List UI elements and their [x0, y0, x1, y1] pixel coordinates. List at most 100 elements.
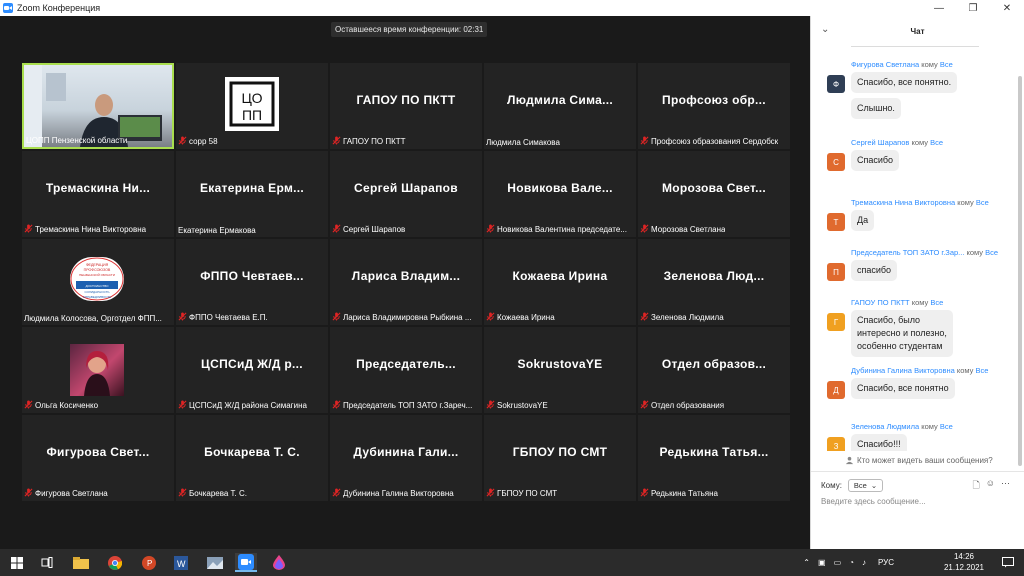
- chat-sender[interactable]: Тремаскина Нина Викторовна: [851, 198, 955, 207]
- participant-tile[interactable]: Ольга Косиченко: [22, 327, 174, 413]
- participant-tile[interactable]: Екатерина Ерм... Екатерина Ермакова: [176, 151, 328, 237]
- participant-name-label: Бочкарева Т. С.: [178, 488, 247, 499]
- chat-message-bubble: Спасибо, все понятно: [851, 378, 955, 399]
- chat-recipient[interactable]: Все: [940, 60, 953, 69]
- chat-message-list[interactable]: Фигурова Светлана кому Все Ф Спасибо, все …: [811, 46, 1017, 451]
- chevron-up-icon[interactable]: ⌃: [803, 558, 810, 567]
- participant-tile[interactable]: ФЕДЕРАЦИЯ ПРОФСОЮЗОВ ПЕНЗЕНСКОЙ ОБЛАСТИ ДОС…: [22, 239, 174, 325]
- chat-recipient[interactable]: Все: [930, 298, 943, 307]
- more-icon[interactable]: ⋯: [1001, 478, 1010, 494]
- chat-message-text-line: интересно и полезно,: [857, 328, 947, 338]
- participant-tile[interactable]: Редькина Татья... Редькина Татьяна: [638, 415, 790, 501]
- participant-tile[interactable]: ГБПОУ ПО СМТ ГБПОУ ПО СМТ: [484, 415, 636, 501]
- chat-avatar: Д: [827, 381, 845, 399]
- chat-sender[interactable]: Зеленова Людмила: [851, 422, 919, 431]
- zoom-taskbar-icon[interactable]: [235, 553, 257, 572]
- participant-tile[interactable]: Тремаскина Ни... Тремаскина Нина Викторов…: [22, 151, 174, 237]
- participant-display-name: Кожаева Ирина: [512, 269, 608, 283]
- participant-tile[interactable]: Бочкарева Т. С. Бочкарева Т. С.: [176, 415, 328, 501]
- who-can-see-messages-link[interactable]: Кто может видеть ваши сообщения?: [845, 456, 993, 465]
- participant-tile[interactable]: Зеленова Люд... Зеленова Людмила: [638, 239, 790, 325]
- person-icon: [845, 456, 854, 465]
- participant-name-label: Кожаева Ирина: [486, 312, 555, 323]
- participant-name: Людмила Колосова, Орготдел ФПП...: [24, 314, 162, 323]
- language-indicator[interactable]: РУС: [878, 558, 894, 567]
- participant-tile[interactable]: ФППО Чевтаев... ФППО Чевтаева Е.П.: [176, 239, 328, 325]
- participant-badge-logo: ФЕДЕРАЦИЯ ПРОФСОЮЗОВ ПЕНЗЕНСКОЙ ОБЛАСТИ ДОС…: [70, 257, 124, 301]
- participant-tile[interactable]: ЦОПП Пензенской области: [22, 63, 174, 149]
- tablet-icon[interactable]: ▣: [818, 558, 826, 567]
- file-explorer-icon[interactable]: [70, 553, 92, 572]
- participant-tile[interactable]: Профсоюз обр... Профсоюз образования Серд…: [638, 63, 790, 149]
- participant-display-name: Председатель...: [356, 357, 456, 371]
- participant-tile[interactable]: Отдел образов... Отдел образования: [638, 327, 790, 413]
- participant-tile[interactable]: ЦСПСиД Ж/Д р... ЦСПСиД Ж/Д района Симагин…: [176, 327, 328, 413]
- powerpoint-icon[interactable]: P: [138, 553, 160, 572]
- participant-name-label: ГБПОУ ПО СМТ: [486, 488, 557, 499]
- chat-recipient[interactable]: Все: [985, 248, 998, 257]
- mic-muted-icon: [640, 312, 651, 323]
- system-tray-icons[interactable]: ⌃ ▣ ▭ ◔ ♪ РУС: [803, 549, 894, 576]
- maximize-button[interactable]: ❐: [956, 0, 990, 16]
- close-button[interactable]: ✕: [990, 0, 1024, 16]
- zoom-app-icon: [3, 3, 13, 13]
- participant-display-name: Дубинина Гали...: [353, 445, 459, 459]
- windows-start-icon[interactable]: [6, 553, 28, 572]
- volume-icon[interactable]: ♪: [862, 558, 866, 567]
- participant-name: Зеленова Людмила: [651, 313, 724, 322]
- chat-sender[interactable]: Дубинина Галина Викторовна: [851, 366, 955, 375]
- participant-tile[interactable]: SokrustovaYE SokrustovaYE: [484, 327, 636, 413]
- chat-recipient[interactable]: Все: [930, 138, 943, 147]
- participant-tile[interactable]: Дубинина Гали... Дубинина Галина Викторов…: [330, 415, 482, 501]
- chat-message-input[interactable]: Введите здесь сообщение...: [821, 497, 1015, 506]
- chat-message-header: ГАПОУ ПО ПКТТ кому Все: [851, 298, 943, 307]
- mic-muted-icon: [332, 312, 343, 323]
- chat-recipient[interactable]: Все: [976, 366, 989, 375]
- participant-tile[interactable]: Председатель... Председатель ТОП ЗАТО г.З…: [330, 327, 482, 413]
- participant-tile[interactable]: Кожаева Ирина Кожаева Ирина: [484, 239, 636, 325]
- chat-message-bubble: Спасибо, было интересно и полезно, особенн…: [851, 310, 953, 357]
- svg-text:P: P: [147, 559, 152, 568]
- chat-sender[interactable]: Фигурова Светлана: [851, 60, 919, 69]
- drop-app-icon[interactable]: [268, 553, 290, 572]
- task-view-icon[interactable]: [36, 553, 58, 572]
- participant-tile[interactable]: Лариса Владим... Лариса Владимировна Рыбк…: [330, 239, 482, 325]
- participant-name: Редькина Татьяна: [651, 489, 718, 498]
- svg-text:ПЕНЗЕНСКОЙ ОБЛАСТИ: ПЕНЗЕНСКОЙ ОБЛАСТИ: [79, 273, 115, 277]
- taskbar-clock[interactable]: 14:26 21.12.2021: [944, 551, 984, 573]
- participant-tile[interactable]: Сергей Шарапов Сергей Шарапов: [330, 151, 482, 237]
- chat-scrollbar[interactable]: [1018, 76, 1022, 466]
- file-icon[interactable]: 🗋: [973, 478, 980, 494]
- chat-sender[interactable]: Председатель ТОП ЗАТО г.Зар...: [851, 248, 964, 257]
- chat-message-bubble: Спасибо: [851, 150, 900, 171]
- participant-name-label: Профсоюз образования Сердобск: [640, 136, 778, 147]
- minimize-button[interactable]: —: [922, 0, 956, 16]
- participant-tile[interactable]: Новикова Вале... Новикова Валентина предс…: [484, 151, 636, 237]
- notifications-icon[interactable]: [1002, 549, 1014, 576]
- participant-tile[interactable]: Людмила Сима... Людмила Симакова: [484, 63, 636, 149]
- participant-name: Тремаскина Нина Викторовна: [35, 225, 147, 234]
- photo-viewer-icon[interactable]: [204, 553, 226, 572]
- chrome-icon[interactable]: [104, 553, 126, 572]
- svg-text:ПРОФСОЮЗОВ: ПРОФСОЮЗОВ: [84, 268, 111, 272]
- participant-name-label: Лариса Владимировна Рыбкина ...: [332, 312, 471, 323]
- chat-recipient[interactable]: Все: [976, 198, 989, 207]
- network-icon[interactable]: ◔: [849, 558, 854, 567]
- recipient-row: Кому: Все ⌄: [821, 479, 884, 492]
- chat-recipient[interactable]: Все: [940, 422, 953, 431]
- participant-tile[interactable]: ГАПОУ ПО ПКТТ ГАПОУ ПО ПКТТ: [330, 63, 482, 149]
- recipient-select[interactable]: Все ⌄: [847, 479, 884, 492]
- participant-tile[interactable]: Фигурова Свет... Фигурова Светлана: [22, 415, 174, 501]
- participant-tile[interactable]: Морозова Свет... Морозова Светлана: [638, 151, 790, 237]
- battery-icon[interactable]: ▭: [834, 558, 842, 567]
- chat-sender[interactable]: ГАПОУ ПО ПКТТ: [851, 298, 910, 307]
- chevron-down-icon[interactable]: ⌄: [821, 24, 829, 35]
- participant-tile[interactable]: ЦО ПП сорр 58: [176, 63, 328, 149]
- word-icon[interactable]: W: [170, 553, 192, 572]
- participant-name: Ольга Косиченко: [35, 401, 99, 410]
- chat-to-word: кому: [956, 366, 974, 375]
- svg-text:ЦО: ЦО: [242, 90, 263, 106]
- chat-sender[interactable]: Сергей Шарапов: [851, 138, 909, 147]
- emoji-icon[interactable]: ☺: [986, 478, 995, 494]
- participant-display-name: Лариса Владим...: [351, 269, 461, 283]
